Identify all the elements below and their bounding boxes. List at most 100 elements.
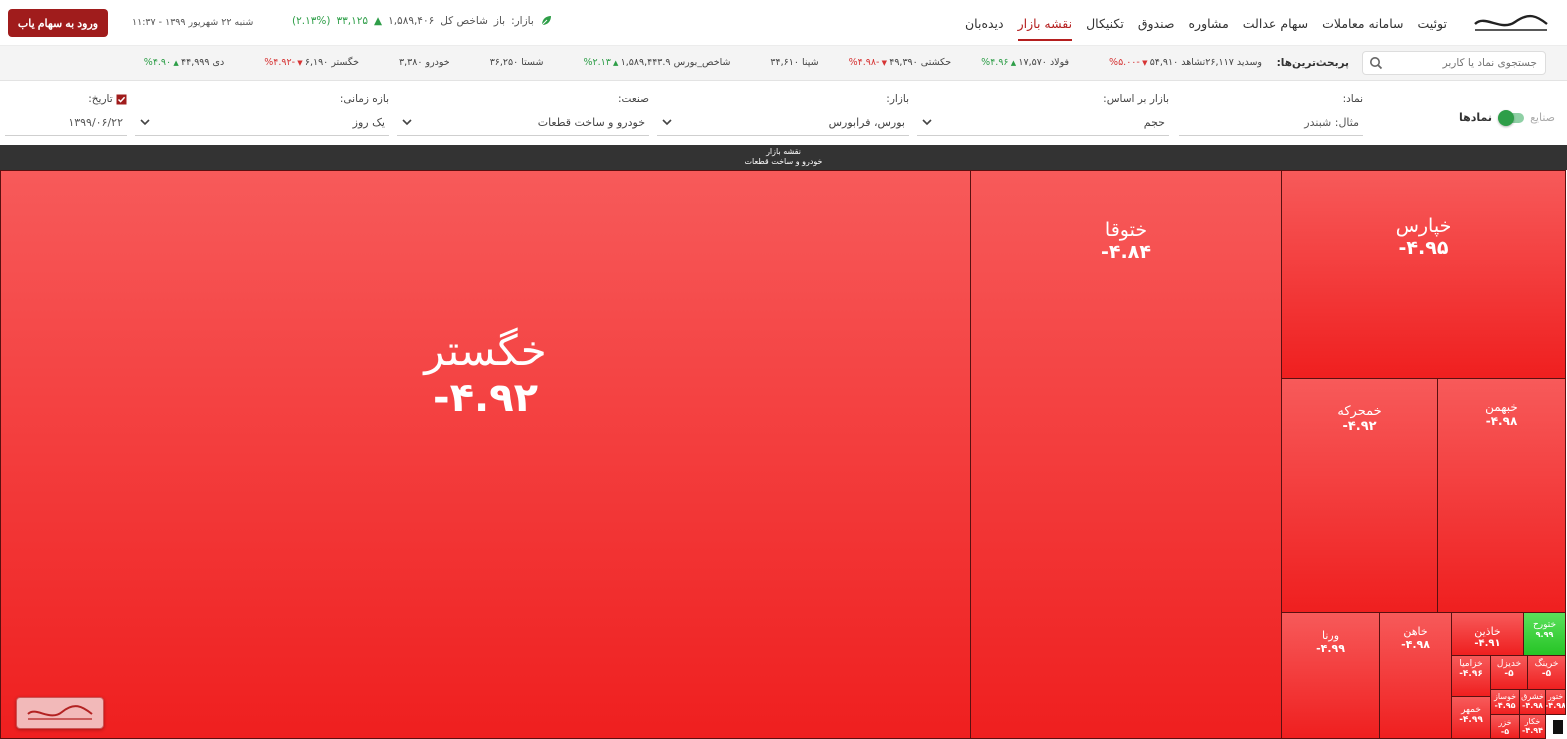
toggle-option-symbols[interactable]: نمادها xyxy=(1459,111,1492,124)
ticker-item[interactable]: شاخص_بورس ۱,۵۸۹,۴۴۳.۹ ▲ ۲.۱۳% xyxy=(583,57,730,68)
tile-change: -۴.۹۵ xyxy=(1494,701,1516,710)
down-triangle-icon: ▼ xyxy=(1139,59,1150,67)
menu-item-tweet[interactable]: توئیت xyxy=(1418,16,1447,41)
toggle-switch[interactable] xyxy=(1498,109,1525,126)
menu-item-market-map[interactable]: نقشه بازار xyxy=(1017,16,1073,41)
ticker-item[interactable]: حکشتی ۴۹,۳۹۰ ▼ -۴.۹۸% xyxy=(849,57,952,68)
basis-value: حجم xyxy=(1143,116,1165,129)
menu-item-fund[interactable]: صندوق xyxy=(1138,16,1175,41)
top-navbar: توئیت سامانه معاملات سهام عدالت مشاوره ص… xyxy=(0,0,1567,46)
chevron-down-icon[interactable] xyxy=(661,116,673,128)
up-triangle-icon: ▲ xyxy=(374,15,383,27)
market-select[interactable]: بورس، فرابورس xyxy=(657,110,909,136)
industry-label: صنعت: xyxy=(618,93,649,105)
treemap-tile[interactable]: خدیزل -۵ xyxy=(1490,655,1528,690)
treemap-tile[interactable]: خرینگ -۵ xyxy=(1527,655,1566,690)
treemap: خگستر -۴.۹۲ ختوقا -۴.۸۴ خپارس -۴.۹۵ خمحرکه -۴.۹… xyxy=(0,170,1567,739)
treemap-tile[interactable]: ختوقا -۴.۸۴ xyxy=(970,170,1282,739)
ticker-item[interactable]: خودرو ۳,۳۸۰ xyxy=(399,57,450,68)
tile-symbol: خگستر xyxy=(424,326,547,375)
chevron-down-icon[interactable] xyxy=(139,116,151,128)
treemap-tile[interactable]: خاذین -۴.۹۱ xyxy=(1451,612,1524,656)
menu-item-justice-shares[interactable]: سهام عدالت xyxy=(1243,16,1308,41)
symbol-placeholder: مثال: شبندر xyxy=(1304,116,1359,129)
ticker-item[interactable]: فولاد ۱۷,۵۷۰ ▲ ۴.۹۶% xyxy=(981,57,1069,68)
ticker-item[interactable]: شستا ۳۶,۲۵۰ xyxy=(490,57,544,68)
treemap-tile[interactable]: خزر -۵ xyxy=(1490,714,1520,739)
view-toggle[interactable]: صنایع نمادها xyxy=(1459,109,1555,126)
datetime: شنبه ۲۲ شهریور ۱۳۹۹ - ۱۱:۳۷ xyxy=(132,17,254,28)
ticker-item[interactable]: شپنا ۳۴,۶۱۰ xyxy=(770,57,818,68)
treemap-tile[interactable]: خزامیا -۴.۹۶ xyxy=(1451,655,1491,697)
chevron-down-icon[interactable] xyxy=(921,116,933,128)
treemap-tile[interactable]: خبهمن -۴.۹۸ xyxy=(1437,378,1566,613)
ticker-item[interactable]: خگستر ۶,۱۹۰ ▼ -۴.۹۲% xyxy=(264,57,359,68)
symbol-field[interactable]: مثال: شبندر xyxy=(1179,110,1363,136)
treemap-tile[interactable]: خمهر -۴.۹۹ xyxy=(1451,696,1491,739)
date-label-text: تاریخ: xyxy=(88,93,113,105)
login-button[interactable]: ورود به سهام یاب xyxy=(8,9,108,37)
tile-change: -۴.۹۱ xyxy=(1474,638,1501,649)
treemap-tile[interactable]: ختور -۴.۹۸ xyxy=(1545,689,1566,715)
search-input[interactable] xyxy=(1395,57,1545,69)
period-value: یک روز xyxy=(352,116,385,129)
tile-change: -۵ xyxy=(1504,669,1514,679)
ticker-item-text: فولاد ۱۷,۵۷۰ xyxy=(1018,57,1070,68)
ticker-item[interactable]: دی ۴۴,۹۹۹ ▲ ۴.۹۰% xyxy=(144,57,224,68)
logo-icon[interactable] xyxy=(1471,10,1551,36)
treemap-tile[interactable]: خپارس -۴.۹۵ xyxy=(1281,170,1566,379)
industry-select[interactable]: خودرو و ساخت قطعات xyxy=(397,110,649,136)
tile-change: -۴.۹۲ xyxy=(432,375,539,421)
tile-symbol: خاذین xyxy=(1474,625,1501,638)
tile-change: -۴.۹۸ xyxy=(1545,701,1566,710)
chevron-down-icon[interactable] xyxy=(401,116,413,128)
up-triangle-icon: ▲ xyxy=(1008,59,1019,67)
treemap-tile[interactable]: ورنا -۴.۹۹ xyxy=(1281,612,1380,739)
tile-symbol: خوساز xyxy=(1493,692,1517,701)
ticker-item-text: خودرو ۳,۳۸۰ xyxy=(399,57,450,68)
menu-item-watchlist[interactable]: دیده‌بان xyxy=(965,16,1004,41)
treemap-header: نقشه بازار خودرو و ساخت قطعات xyxy=(0,145,1567,170)
tile-symbol: خکار xyxy=(1524,717,1541,726)
ticker-item-change: ۲.۱۳% xyxy=(583,57,611,68)
menu-item-trading-system[interactable]: سامانه معاملات xyxy=(1322,16,1403,41)
filters-bar: صنایع نمادها نماد: مثال: شبندر بازار بر … xyxy=(0,82,1567,144)
corner-marker xyxy=(1553,720,1563,734)
ticker-item[interactable]: وسدید ۲۶,۱۱۷ xyxy=(1205,57,1262,68)
treemap-tile[interactable]: ختورح ۹.۹۹ xyxy=(1523,612,1566,656)
tile-symbol: خبهمن xyxy=(1485,400,1518,414)
menu-item-consulting[interactable]: مشاوره xyxy=(1189,16,1229,41)
period-select[interactable]: یک روز xyxy=(135,110,389,136)
ticker-item-text: شاخص_بورس ۱,۵۸۹,۴۴۳.۹ xyxy=(620,57,731,68)
leaf-icon xyxy=(541,16,551,26)
date-value: ۱۳۹۹/۰۶/۲۲ xyxy=(68,116,123,129)
treemap-tile[interactable]: خگستر -۴.۹۲ xyxy=(0,170,971,739)
search-icon[interactable] xyxy=(1369,56,1383,70)
treemap-title: نقشه بازار xyxy=(766,147,801,156)
treemap-tile[interactable]: خکار -۴.۹۴ xyxy=(1519,714,1546,739)
watermark-logo-icon xyxy=(27,705,93,720)
ticker-item-text: تشاهد ۵۴,۹۱۰ xyxy=(1149,57,1206,68)
checkbox-icon[interactable] xyxy=(116,94,127,105)
ticker-item[interactable]: تشاهد ۵۴,۹۱۰ ▼ -۵.۰۰% xyxy=(1109,57,1205,68)
tile-change: ۹.۹۹ xyxy=(1535,630,1554,639)
ticker-item-text: وسدید ۲۶,۱۱۷ xyxy=(1205,57,1262,68)
search-box[interactable] xyxy=(1362,51,1546,75)
tile-change: -۴.۹۶ xyxy=(1459,669,1483,679)
main-menu: توئیت سامانه معاملات سهام عدالت مشاوره ص… xyxy=(965,16,1447,41)
treemap-subtitle: خودرو و ساخت قطعات xyxy=(744,157,823,166)
date-field[interactable]: ۱۳۹۹/۰۶/۲۲ xyxy=(5,110,127,136)
basis-label: بازار بر اساس: xyxy=(1103,93,1169,105)
index-change-pct: (۲.۱۳%) xyxy=(292,15,331,27)
up-triangle-icon: ▲ xyxy=(610,59,621,67)
treemap-tile[interactable]: خوساز -۴.۹۵ xyxy=(1490,689,1520,715)
basis-select[interactable]: حجم xyxy=(917,110,1169,136)
treemap-tile[interactable]: خاهن -۴.۹۸ xyxy=(1379,612,1452,739)
treemap-tile[interactable]: خمحرکه -۴.۹۲ xyxy=(1281,378,1438,613)
treemap-tile[interactable]: خشرق -۴.۹۸ xyxy=(1519,689,1546,715)
ticker-bar: پربحث‌ترین‌ها: دی ۴۴,۹۹۹ ▲ ۴.۹۰% خگستر ۶,… xyxy=(0,46,1567,81)
ticker-item-change: ۴.۹۶% xyxy=(981,57,1009,68)
toggle-knob[interactable] xyxy=(1498,109,1515,126)
menu-item-technical[interactable]: تکنیکال xyxy=(1086,16,1124,41)
toggle-option-industries[interactable]: صنایع xyxy=(1530,111,1555,124)
